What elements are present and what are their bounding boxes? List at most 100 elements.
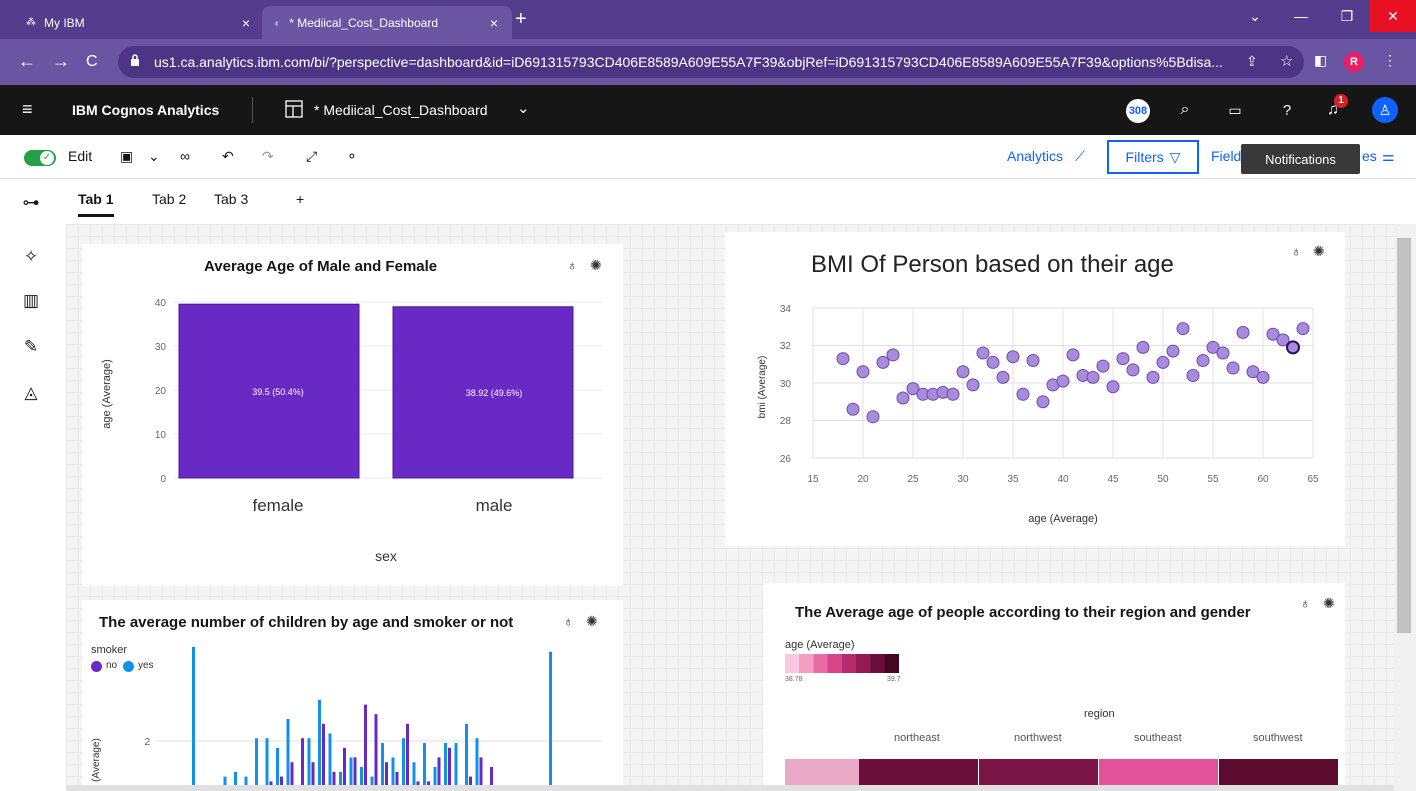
scatter-point[interactable] — [1016, 387, 1030, 401]
add-tab-button[interactable]: + — [296, 191, 304, 207]
scatter-point[interactable] — [1106, 380, 1120, 394]
bar-yes[interactable] — [475, 738, 479, 791]
scatter-point[interactable] — [1176, 322, 1190, 336]
scrollbar-thumb[interactable] — [1397, 238, 1411, 633]
hamburger-menu-icon[interactable]: ≡ — [22, 99, 33, 120]
bar-no[interactable] — [322, 723, 325, 791]
url-field[interactable]: us1.ca.analytics.ibm.com/bi/?perspective… — [118, 46, 1304, 78]
scatter-point[interactable] — [966, 378, 980, 392]
restore-icon[interactable]: ❐ — [1324, 0, 1370, 32]
scatter-point[interactable] — [1036, 395, 1050, 409]
scatter-point[interactable] — [1216, 346, 1230, 360]
bar-yes[interactable] — [454, 743, 458, 791]
scatter-point[interactable] — [956, 365, 970, 379]
scatter-point[interactable] — [886, 348, 900, 362]
share-icon[interactable]: ⇪ — [1246, 53, 1258, 70]
tab-2[interactable]: Tab 2 — [152, 191, 186, 207]
bar-yes[interactable] — [423, 743, 426, 791]
scatter-point[interactable] — [1066, 348, 1080, 362]
close-window-icon[interactable]: ✕ — [1370, 0, 1416, 32]
back-icon[interactable]: ← — [18, 51, 36, 72]
profile-avatar[interactable]: R — [1344, 52, 1364, 72]
bar-yes[interactable] — [318, 699, 321, 791]
scatter-point[interactable] — [846, 402, 860, 416]
scatter-point[interactable] — [876, 355, 890, 369]
scatter-point[interactable] — [946, 387, 960, 401]
scatter-point[interactable] — [1126, 363, 1140, 377]
bar-no[interactable] — [374, 714, 378, 791]
app-brand[interactable]: IBM Cognos Analytics — [72, 102, 219, 118]
chat-icon[interactable]: ▭ — [1224, 99, 1246, 121]
pin-connect-icon[interactable]: ⚬ — [346, 148, 358, 165]
bar-yes[interactable] — [402, 738, 405, 791]
horizontal-scrollbar[interactable] — [66, 785, 1394, 791]
forward-icon[interactable]: → — [52, 51, 70, 72]
scatter-point[interactable] — [1096, 359, 1110, 373]
undo-icon[interactable]: ↶ — [222, 148, 234, 165]
new-tab-button[interactable]: + — [515, 8, 527, 31]
bar-chart-card[interactable]: Average Age of Male and Female ♁ ✺ age (… — [82, 244, 623, 586]
help-icon[interactable]: ? — [1276, 99, 1298, 121]
scatter-point[interactable] — [1196, 354, 1210, 367]
scatter-point[interactable] — [1296, 322, 1310, 336]
children-chart-card[interactable]: The average number of children by age an… — [82, 600, 623, 791]
close-tab-icon[interactable]: × — [242, 15, 250, 31]
fullscreen-icon[interactable]: ⤢ — [306, 148, 317, 165]
scatter-chart-card[interactable]: ♁ ✺ BMI Of Person based on their age bmi… — [725, 232, 1345, 546]
bar-yes[interactable] — [328, 733, 332, 791]
dashboard-name[interactable]: * Mediical_Cost_Dashboard — [314, 102, 488, 118]
scatter-point[interactable] — [1236, 325, 1250, 339]
side-panel-icon[interactable]: ◧ — [1314, 52, 1327, 69]
search-icon[interactable]: ⌕ — [1174, 99, 1196, 121]
analytics-button[interactable]: Analytics — [1007, 148, 1063, 164]
bar-yes[interactable] — [465, 723, 468, 791]
scatter-point[interactable] — [1156, 355, 1170, 369]
browser-menu-icon[interactable]: ⋮ — [1383, 52, 1397, 69]
analytics-chart-icon[interactable]: ⟋ — [1075, 148, 1085, 165]
tab-3[interactable]: Tab 3 — [214, 191, 248, 207]
share-link-icon[interactable]: ∞ — [180, 148, 190, 164]
bar-yes[interactable] — [549, 651, 552, 791]
shapes-media-icon[interactable]: ◬ — [20, 383, 42, 405]
scatter-point[interactable] — [896, 391, 910, 405]
scatter-point[interactable] — [1286, 340, 1300, 355]
edit-toggle[interactable] — [24, 150, 56, 166]
bar-yes[interactable] — [444, 743, 447, 791]
bar-yes[interactable] — [286, 719, 290, 791]
bar-yes[interactable] — [192, 647, 195, 791]
assistant-icon[interactable]: ✎ — [20, 337, 42, 359]
scatter-point[interactable] — [1256, 370, 1270, 384]
scatter-point[interactable] — [1006, 350, 1020, 364]
scatter-point[interactable] — [1146, 370, 1160, 384]
badge-count[interactable]: 308 — [1126, 99, 1150, 123]
scatter-point[interactable] — [856, 365, 870, 379]
scatter-point[interactable] — [1026, 354, 1040, 367]
bar-no[interactable] — [301, 738, 304, 791]
pin-icon[interactable]: ✧ — [20, 247, 42, 269]
bar-yes[interactable] — [381, 743, 384, 791]
save-dropdown-icon[interactable]: ⌄ — [148, 148, 160, 165]
properties-button[interactable]: es — [1362, 148, 1377, 164]
bar-no[interactable] — [406, 723, 409, 791]
bar-yes[interactable] — [255, 738, 258, 791]
properties-icon[interactable]: ⚌ — [1382, 148, 1395, 165]
minimize-icon[interactable]: — — [1278, 0, 1324, 32]
user-avatar-icon[interactable]: ♙ — [1372, 97, 1398, 123]
scatter-point[interactable] — [866, 410, 880, 424]
bar-yes[interactable] — [265, 738, 269, 791]
bar-yes[interactable] — [307, 738, 311, 791]
heatmap-card[interactable]: The Average age of people according to t… — [763, 583, 1345, 791]
bookmark-star-icon[interactable]: ☆ — [1280, 52, 1293, 70]
data-tree-icon[interactable]: ⊶ — [20, 193, 42, 215]
filters-button[interactable]: Filters ▽ — [1107, 140, 1199, 174]
tab-1[interactable]: Tab 1 — [78, 191, 114, 217]
scatter-point[interactable] — [1136, 340, 1150, 354]
browser-tab-dashboard[interactable]: ◐ * Mediical_Cost_Dashboard × — [262, 6, 512, 39]
scatter-point[interactable] — [1116, 352, 1130, 366]
redo-icon[interactable]: ↷ — [262, 148, 274, 165]
scatter-point[interactable] — [1056, 374, 1070, 388]
visualizations-icon[interactable]: ▥ — [20, 291, 42, 313]
scatter-point[interactable] — [836, 352, 850, 366]
scatter-point[interactable] — [1086, 370, 1100, 384]
scatter-point[interactable] — [1186, 369, 1200, 382]
